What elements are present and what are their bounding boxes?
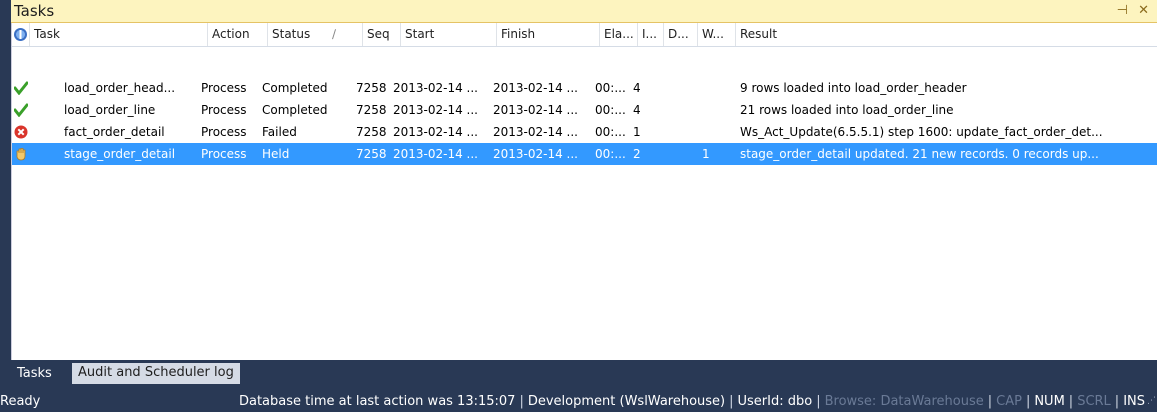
table-row[interactable]: load_order_line Process Completed 7258 2… xyxy=(12,99,1157,121)
status-ins: INS xyxy=(1123,394,1145,409)
cell-status: Completed xyxy=(262,81,328,95)
cell-result: Ws_Act_Update(6.5.5.1) step 1600: update… xyxy=(740,125,1103,139)
status-scrl: SCRL xyxy=(1077,394,1111,409)
cell-d xyxy=(655,77,689,99)
grid-header: Task Action Status ∕ Seq Start Finish El… xyxy=(12,23,1157,47)
column-header-status-label: Status xyxy=(272,27,311,41)
status-browse: Browse: DataWarehouse xyxy=(824,394,984,409)
cell-elapsed: 00:... xyxy=(595,103,626,117)
cell-elapsed: 00:... xyxy=(595,125,626,139)
cell-start: 2013-02-14 ... xyxy=(393,125,478,139)
column-header-d[interactable]: D... xyxy=(664,23,698,46)
info-icon xyxy=(14,28,27,41)
cell-elapsed: 00:... xyxy=(595,147,626,161)
cell-elapsed: 00:... xyxy=(595,81,626,95)
column-header-task[interactable]: Task xyxy=(30,23,208,46)
status-connection: Development (WslWarehouse) xyxy=(527,394,726,409)
column-header-status[interactable]: Status ∕ xyxy=(268,23,363,46)
cell-d xyxy=(655,99,689,121)
tab-audit-scheduler-log[interactable]: Audit and Scheduler log xyxy=(72,363,240,384)
cell-action: Process xyxy=(201,103,247,117)
resize-grip-icon[interactable]: ⋰ xyxy=(1147,391,1156,411)
status-db-time: Database time at last action was 13:15:0… xyxy=(238,394,516,409)
table-row[interactable]: load_order_head... Process Completed 725… xyxy=(12,77,1157,99)
column-header-action[interactable]: Action xyxy=(208,23,268,46)
cell-result: 9 rows loaded into load_order_header xyxy=(740,81,967,95)
column-header-icon[interactable] xyxy=(12,23,30,46)
column-header-seq[interactable]: Seq xyxy=(363,23,401,46)
error-icon xyxy=(14,125,28,139)
cell-w xyxy=(698,121,736,143)
cell-task: load_order_head... xyxy=(64,81,176,95)
tasks-grid: Task Action Status ∕ Seq Start Finish El… xyxy=(11,23,1157,360)
status-bar: Ready Database time at last action was 1… xyxy=(0,392,1157,412)
status-num: NUM xyxy=(1034,394,1065,409)
pin-icon[interactable]: ⊣ xyxy=(1117,3,1128,18)
column-header-finish[interactable]: Finish xyxy=(497,23,600,46)
cell-seq: 7258 xyxy=(356,103,387,117)
cell-finish: 2013-02-14 ... xyxy=(493,103,578,117)
cell-start: 2013-02-14 ... xyxy=(393,147,478,161)
column-header-i[interactable]: I... xyxy=(638,23,664,46)
panel-titlebar: Tasks ⊣ ✕ xyxy=(11,0,1157,23)
cell-w: 1 xyxy=(702,147,710,161)
tab-tasks[interactable]: Tasks xyxy=(11,365,58,384)
cell-action: Process xyxy=(201,81,247,95)
cell-status: Completed xyxy=(262,103,328,117)
cell-status: Failed xyxy=(262,125,297,139)
cell-i: 2 xyxy=(633,147,641,161)
cell-result: 21 rows loaded into load_order_line xyxy=(740,103,954,117)
cell-task: fact_order_detail xyxy=(64,125,165,139)
column-header-w[interactable]: W... xyxy=(698,23,736,46)
cell-start: 2013-02-14 ... xyxy=(393,81,478,95)
cell-seq: 7258 xyxy=(356,81,387,95)
table-row[interactable]: fact_order_detail Process Failed 7258 20… xyxy=(12,121,1157,143)
cell-w xyxy=(698,99,736,121)
sort-ascending-icon: ∕ xyxy=(332,27,337,41)
hand-icon xyxy=(16,148,26,161)
cell-result: stage_order_detail updated. 21 new recor… xyxy=(740,147,1099,161)
cell-finish: 2013-02-14 ... xyxy=(493,147,578,161)
check-icon xyxy=(14,103,28,117)
cell-finish: 2013-02-14 ... xyxy=(493,125,578,139)
close-icon[interactable]: ✕ xyxy=(1138,3,1149,18)
cell-i: 1 xyxy=(633,125,641,139)
cell-w xyxy=(698,77,736,99)
column-header-elapsed[interactable]: Ela... xyxy=(600,23,638,46)
status-ready: Ready xyxy=(0,394,41,409)
cell-i: 4 xyxy=(633,103,641,117)
cell-task: stage_order_detail xyxy=(64,147,176,161)
cell-finish: 2013-02-14 ... xyxy=(493,81,578,95)
column-header-start[interactable]: Start xyxy=(401,23,497,46)
cell-d xyxy=(655,121,689,143)
check-icon xyxy=(14,81,28,95)
cell-status: Held xyxy=(262,147,290,161)
table-row-selected[interactable]: stage_order_detail Process Held 7258 201… xyxy=(12,143,1157,165)
column-header-result[interactable]: Result xyxy=(736,23,1157,46)
cell-seq: 7258 xyxy=(356,125,387,139)
cell-d xyxy=(655,143,689,165)
cell-i: 4 xyxy=(633,81,641,95)
status-user: UserId: dbo xyxy=(737,394,813,409)
cell-action: Process xyxy=(201,147,247,161)
panel-title: Tasks xyxy=(14,2,55,20)
cell-task: load_order_line xyxy=(64,103,156,117)
tasks-window: Tasks ⊣ ✕ Task Action Status ∕ Seq Start… xyxy=(0,0,1157,412)
bottom-tab-strip: Tasks Audit and Scheduler log xyxy=(11,360,1157,386)
status-cap: CAP xyxy=(996,394,1022,409)
cell-action: Process xyxy=(201,125,247,139)
cell-seq: 7258 xyxy=(356,147,387,161)
cell-start: 2013-02-14 ... xyxy=(393,103,478,117)
